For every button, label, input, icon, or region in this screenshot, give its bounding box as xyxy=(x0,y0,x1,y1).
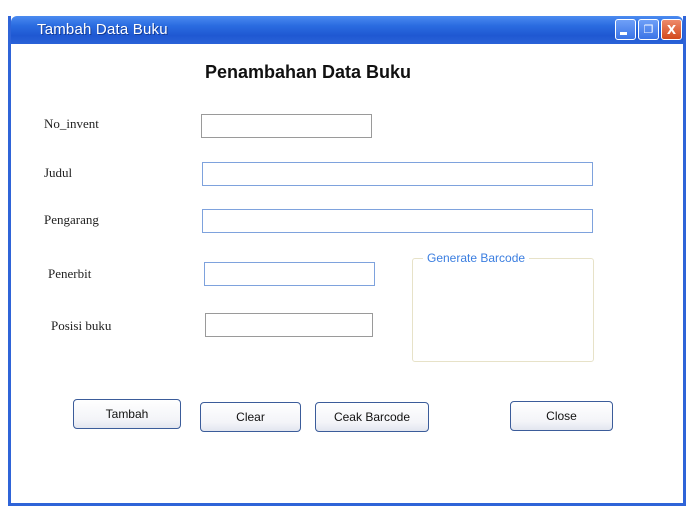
pengarang-input[interactable] xyxy=(202,209,593,233)
restore-button[interactable]: ❐ xyxy=(638,19,659,40)
judul-label: Judul xyxy=(44,165,73,180)
restore-icon: ❐ xyxy=(643,23,654,36)
minimize-button[interactable] xyxy=(615,19,636,40)
form-heading: Penambahan Data Buku xyxy=(205,62,412,82)
app-window: Tambah Data Buku ❐ X Penambahan Data Buk… xyxy=(8,16,686,506)
no-invent-input[interactable] xyxy=(201,114,372,138)
ceak-barcode-button[interactable]: Ceak Barcode xyxy=(315,402,429,432)
posisi-buku-label: Posisi buku xyxy=(51,318,112,333)
pengarang-label: Pengarang xyxy=(44,212,99,227)
tambah-button[interactable]: Tambah xyxy=(73,399,181,429)
title-bar[interactable]: Tambah Data Buku ❐ X xyxy=(11,16,683,44)
no-invent-label: No_invent xyxy=(44,116,99,131)
posisi-buku-input[interactable] xyxy=(205,313,373,337)
judul-input[interactable] xyxy=(202,162,593,186)
close-icon: X xyxy=(666,22,677,37)
penerbit-input[interactable] xyxy=(204,262,375,286)
generate-barcode-legend: Generate Barcode xyxy=(423,251,530,265)
window-title: Tambah Data Buku xyxy=(37,21,168,38)
generate-barcode-group: Generate Barcode xyxy=(412,251,594,362)
penerbit-label: Penerbit xyxy=(48,266,92,281)
close-button[interactable]: Close xyxy=(510,401,613,431)
minimize-icon xyxy=(620,32,627,35)
clear-button[interactable]: Clear xyxy=(200,402,301,432)
close-window-button[interactable]: X xyxy=(661,19,682,40)
